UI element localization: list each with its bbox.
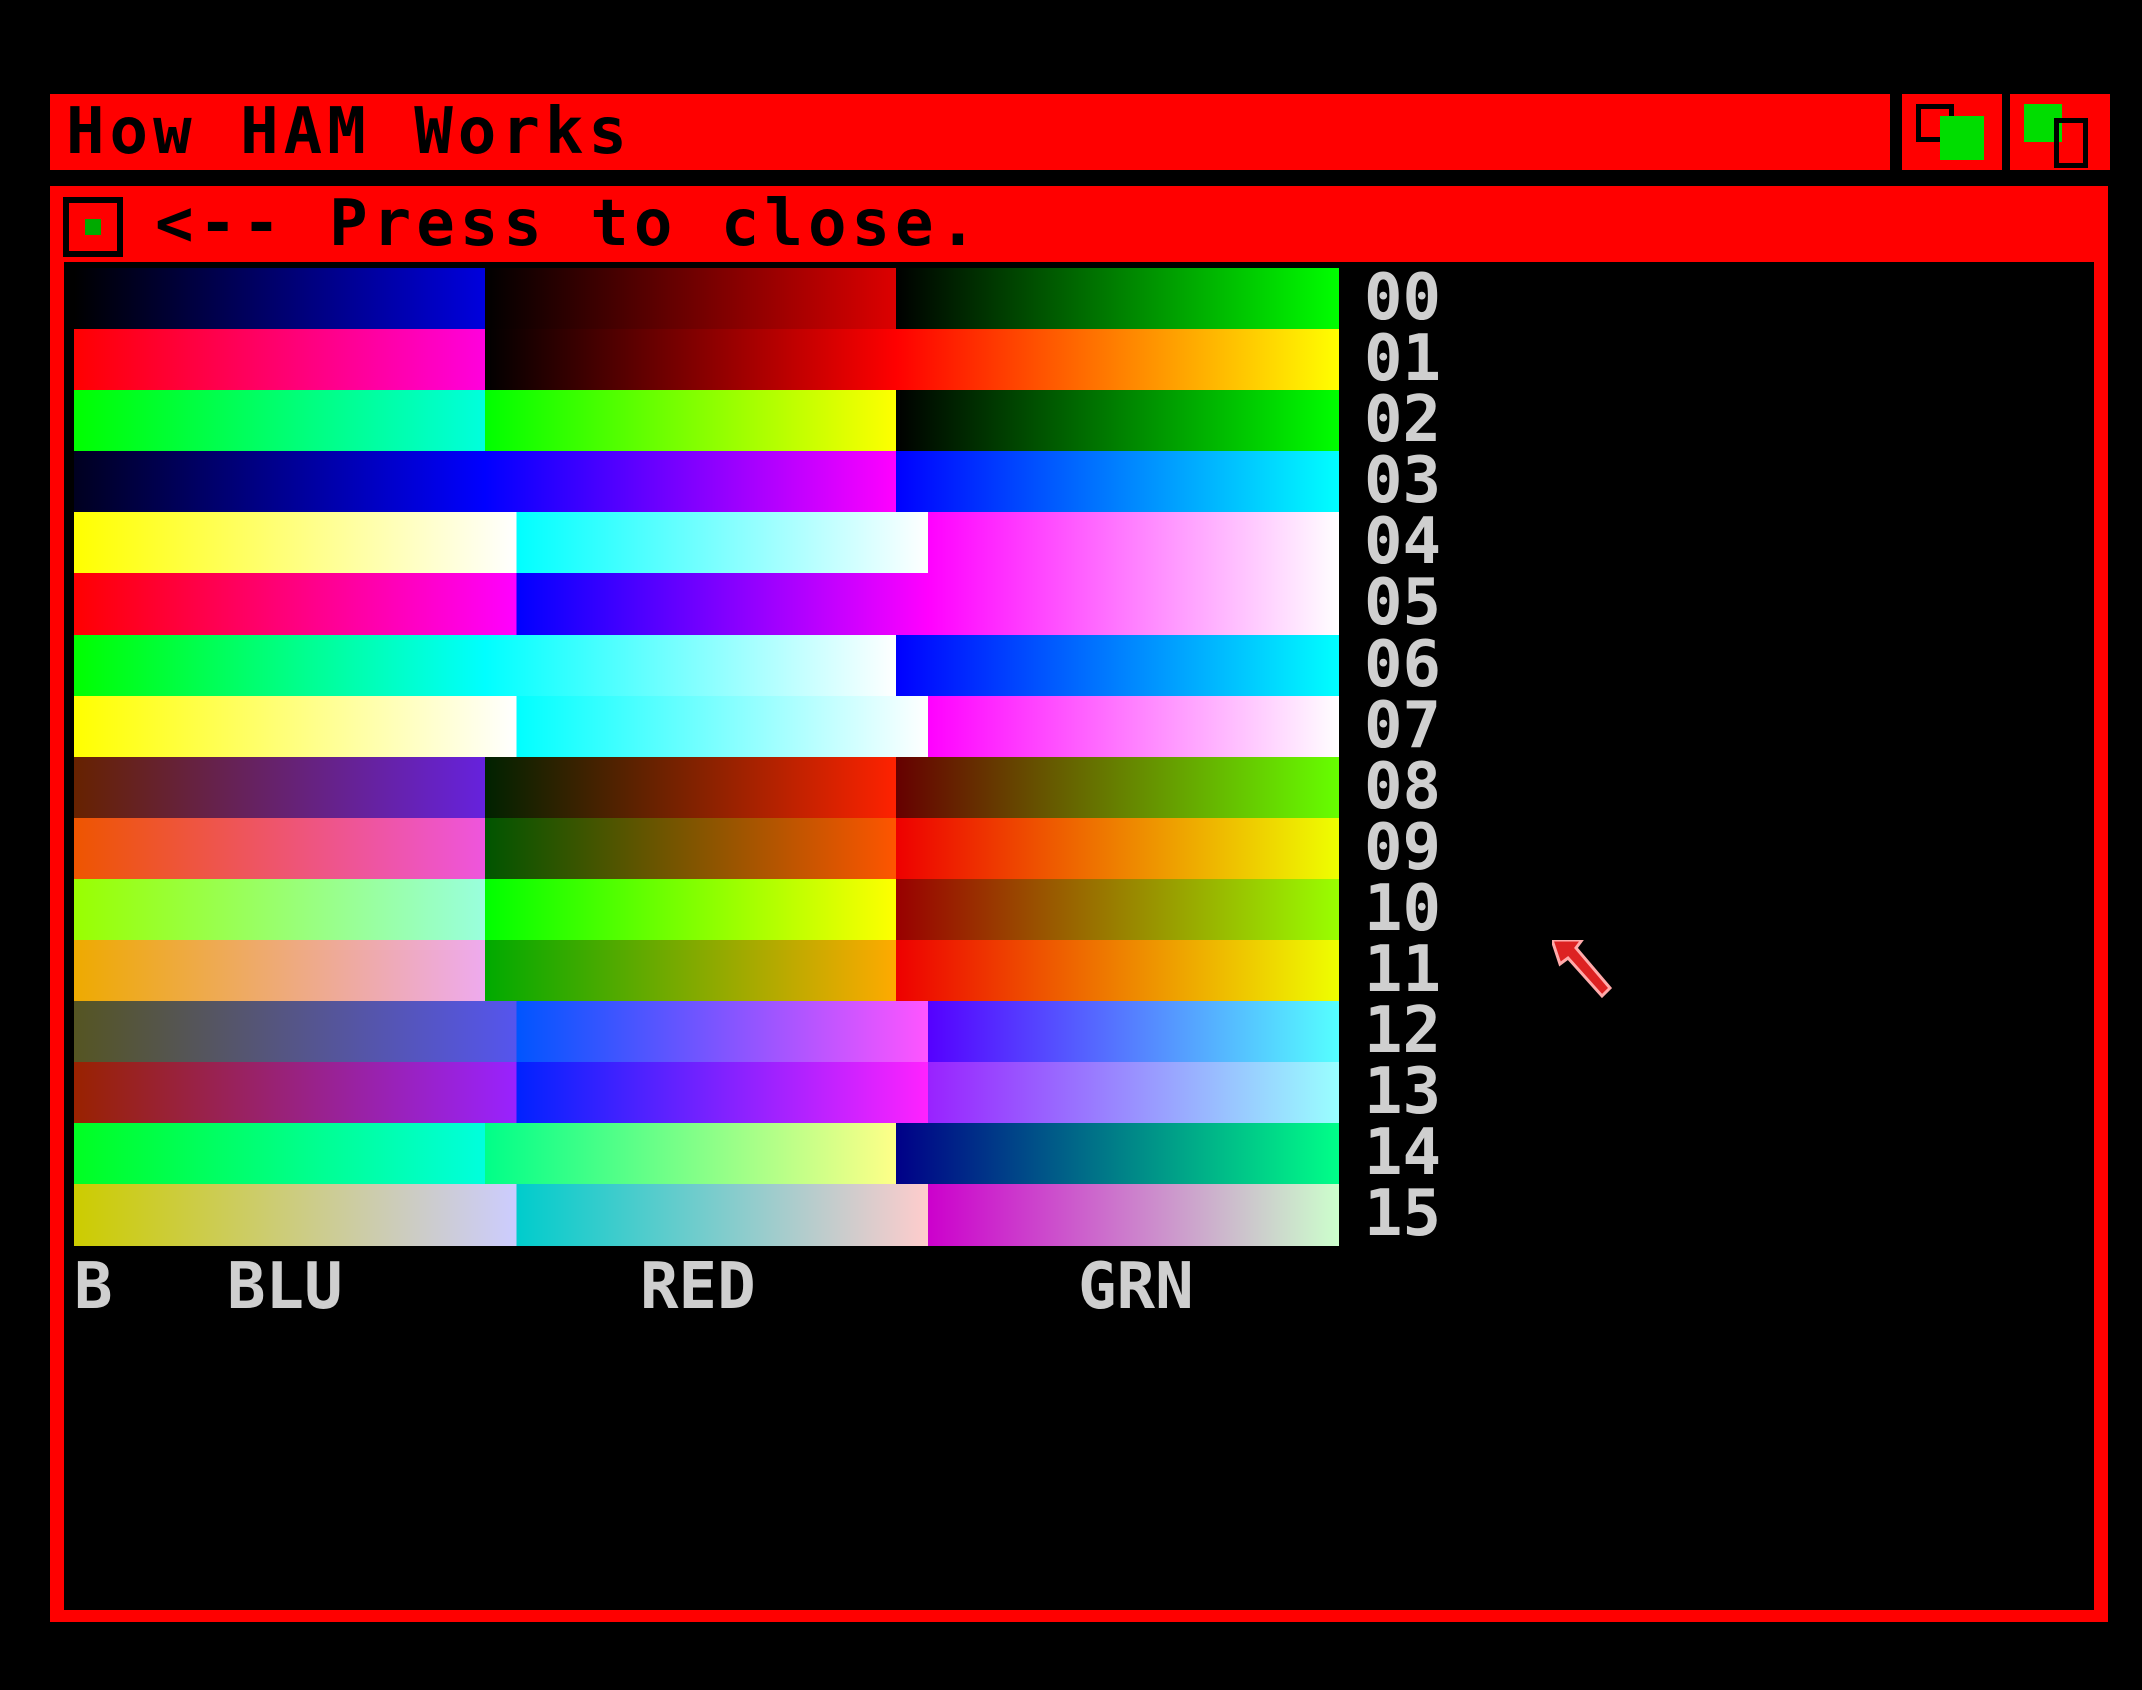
row-number-label: 07 (1364, 688, 1442, 763)
title-bar[interactable]: How HAM Works (50, 94, 1890, 170)
close-hint: <-- Press to close. (155, 187, 983, 261)
legend-red: RED (640, 1250, 756, 1324)
ham-row-12: 12 (74, 999, 1441, 1063)
color-strip (74, 390, 1339, 452)
row-number-label: 15 (1364, 1177, 1442, 1252)
row-number-label: 06 (1364, 627, 1442, 702)
mouse-pointer-icon (1552, 940, 1612, 999)
depth-front-button[interactable] (2010, 94, 2110, 170)
close-button[interactable] (63, 197, 123, 257)
window-title: How HAM Works (66, 95, 632, 169)
row-number-label: 12 (1364, 994, 1442, 1069)
ham-color-rows: 00 01 02 03 04 05 06 07 08 09 10 11 12 13 14 15 (74, 266, 1441, 1246)
ham-row-05: 05 (74, 571, 1441, 635)
row-number-label: 08 (1364, 749, 1442, 824)
row-number-label: 04 (1364, 505, 1442, 580)
ham-row-07: 07 (74, 694, 1441, 758)
ham-row-00: 00 (74, 266, 1441, 330)
row-number-label: 10 (1364, 871, 1442, 946)
ham-row-06: 06 (74, 633, 1441, 697)
row-number-label: 00 (1364, 261, 1442, 335)
window: <-- Press to close. 00 01 02 03 04 05 06 07 08 09… (50, 186, 2108, 1622)
color-strip (74, 512, 1339, 574)
row-number-label: 13 (1364, 1055, 1442, 1130)
row-number-label: 09 (1364, 810, 1442, 885)
legend-grn: GRN (1078, 1250, 1194, 1324)
ham-row-04: 04 (74, 510, 1441, 574)
ham-row-03: 03 (74, 449, 1441, 513)
color-strip (74, 756, 1339, 818)
color-strip (74, 1062, 1339, 1124)
color-strip (74, 817, 1339, 879)
ham-row-10: 10 (74, 877, 1441, 941)
color-strip (74, 1184, 1339, 1246)
row-number-label: 05 (1364, 566, 1442, 641)
depth-back-button[interactable] (1902, 94, 2002, 170)
ham-row-01: 01 (74, 327, 1441, 391)
ham-row-14: 14 (74, 1121, 1441, 1185)
row-number-label: 11 (1364, 933, 1442, 1008)
color-strip (74, 1123, 1339, 1185)
front-window-icon (1940, 116, 1984, 160)
color-strip (74, 268, 1339, 330)
color-strip (74, 451, 1339, 513)
color-strip (74, 1001, 1339, 1063)
ham-row-13: 13 (74, 1060, 1441, 1124)
color-strip (74, 695, 1339, 757)
back-window-icon (2054, 118, 2088, 168)
ham-row-15: 15 (74, 1182, 1441, 1246)
color-strip (74, 329, 1339, 391)
row-number-label: 03 (1364, 444, 1442, 519)
ham-row-11: 11 (74, 938, 1441, 1002)
row-number-label: 14 (1364, 1116, 1442, 1191)
color-strip (74, 878, 1339, 941)
ham-row-08: 08 (74, 755, 1441, 819)
color-strip (74, 573, 1339, 635)
ham-row-09: 09 (74, 816, 1441, 880)
ham-row-02: 02 (74, 388, 1441, 452)
color-strip (74, 634, 1339, 696)
color-strip (74, 940, 1339, 1002)
row-number-label: 01 (1364, 322, 1442, 397)
legend-b: B (74, 1250, 113, 1324)
close-icon (85, 219, 101, 235)
legend-blu: BLU (227, 1250, 343, 1324)
row-number-label: 02 (1364, 383, 1442, 458)
content-area: 00 01 02 03 04 05 06 07 08 09 10 11 12 13 14 15 B BLU R… (64, 262, 2094, 1610)
